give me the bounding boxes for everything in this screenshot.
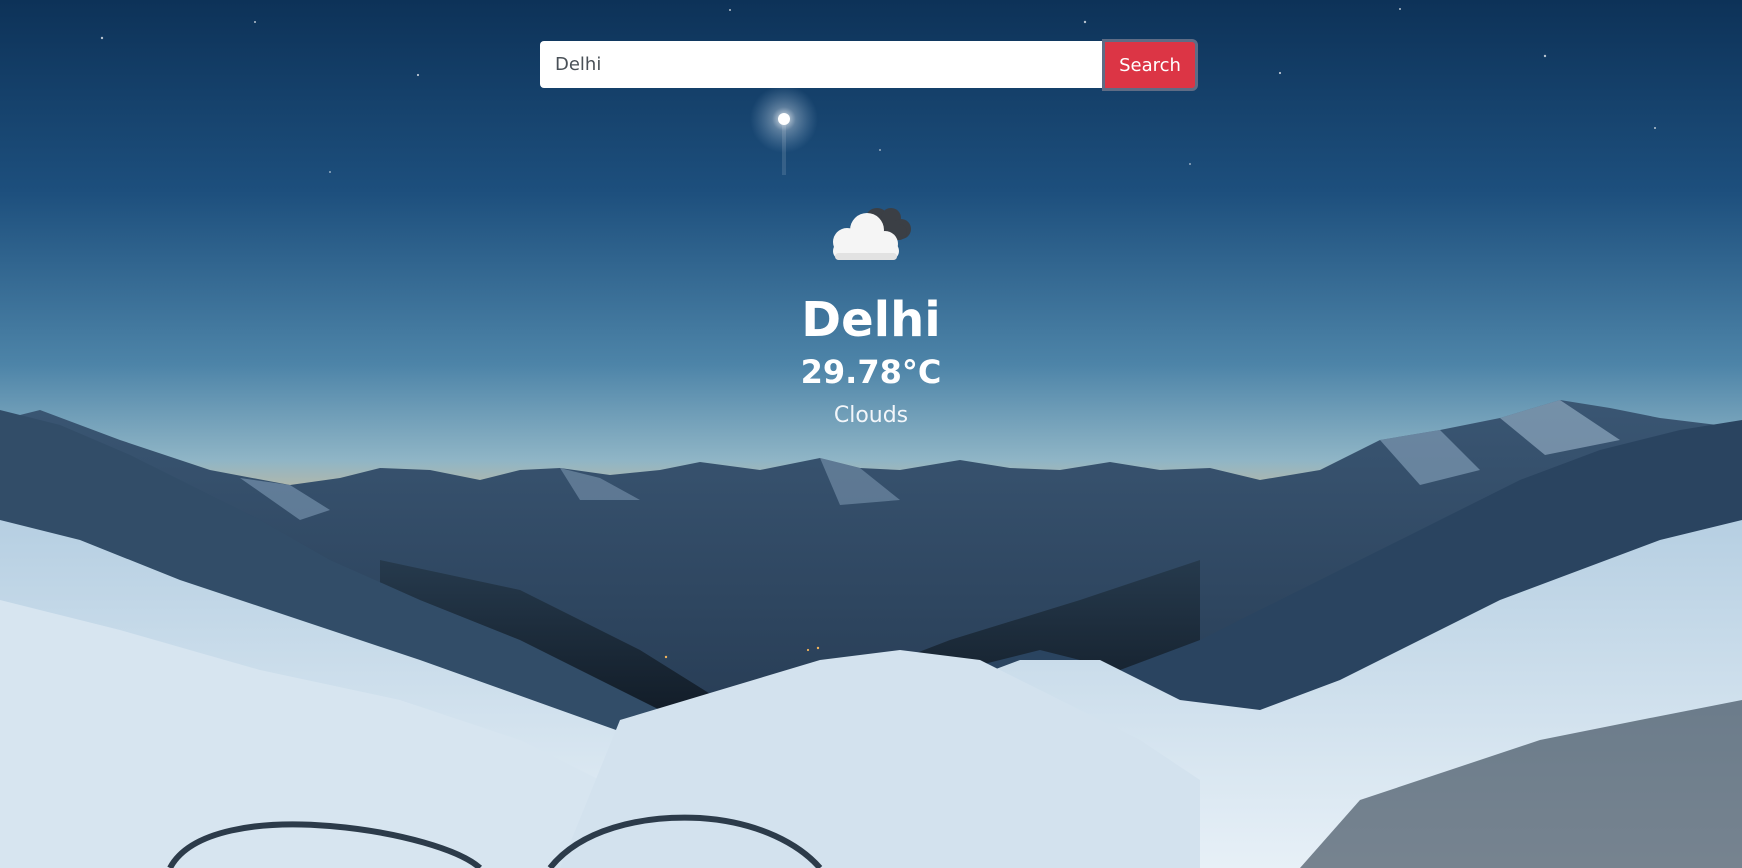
temperature: 29.78°C — [800, 353, 942, 391]
city-name: Delhi — [801, 292, 941, 348]
weather-condition: Clouds — [833, 403, 909, 428]
weather-panel: Delhi 29.78°C Clouds — [0, 200, 1742, 430]
search-button[interactable]: Search — [1102, 39, 1198, 91]
search-bar: Search — [540, 39, 1198, 91]
background-mountain-landscape — [0, 0, 1742, 868]
search-input[interactable] — [540, 41, 1102, 88]
clouds-icon — [823, 200, 919, 266]
